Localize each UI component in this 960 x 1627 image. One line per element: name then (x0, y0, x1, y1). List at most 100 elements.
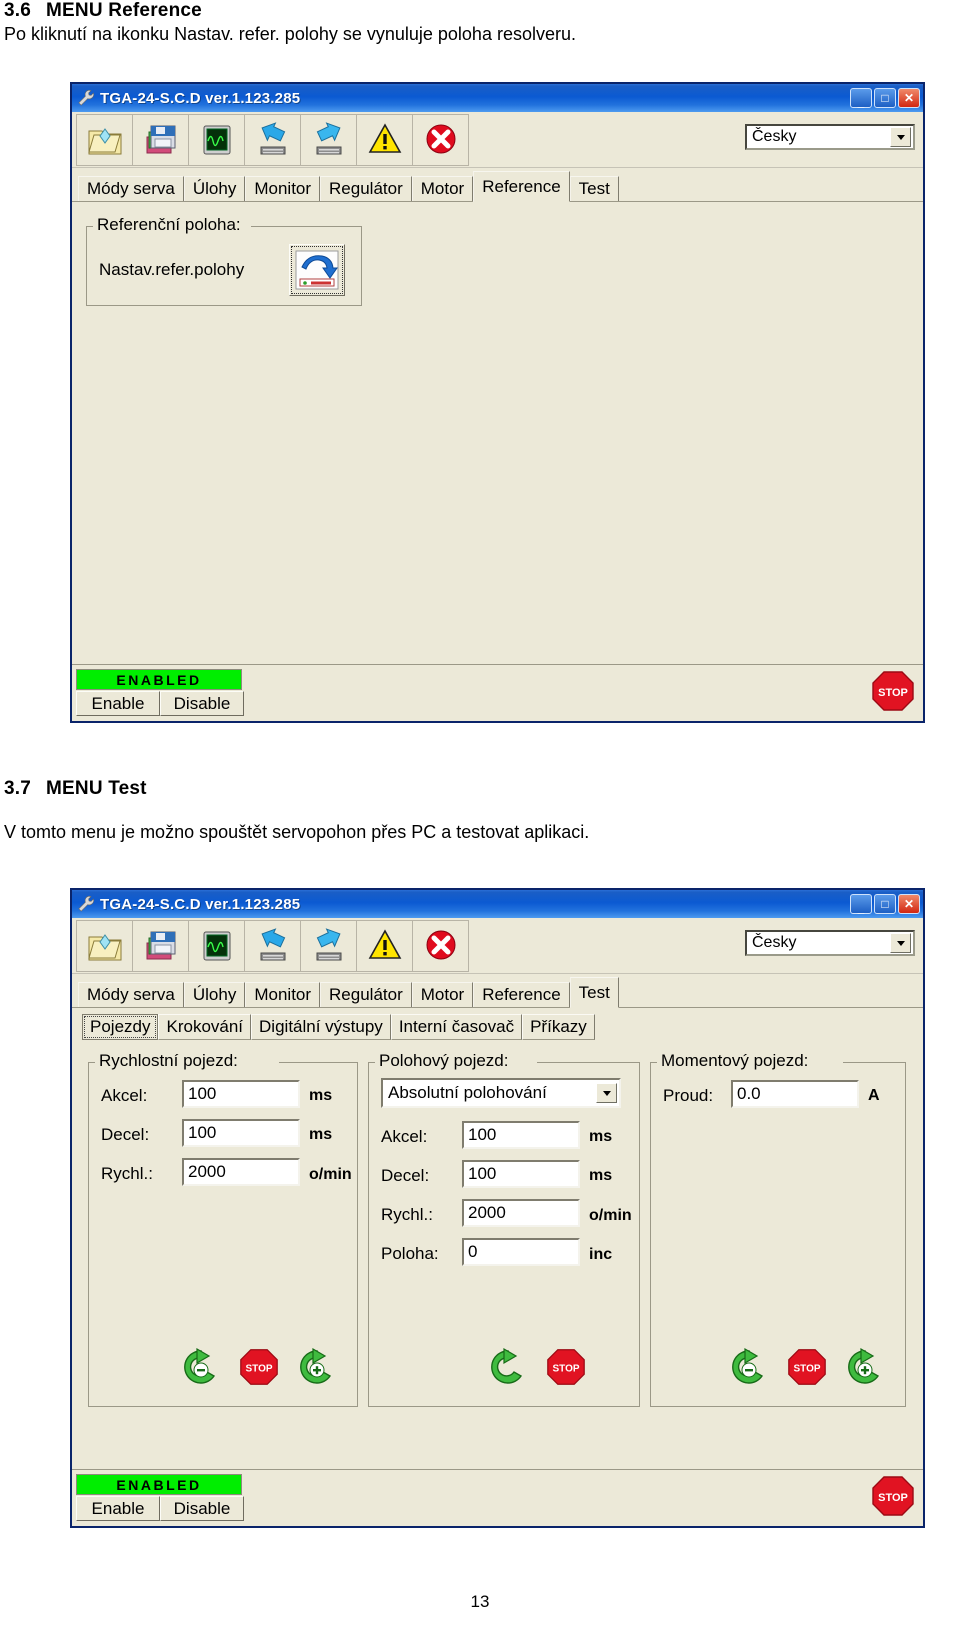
position-decel-unit: ms (589, 1167, 613, 1184)
tab-reference[interactable]: Reference (473, 982, 570, 1008)
window-title-bar[interactable]: TGA-24-S.C.D ver.1.123.285 _ □ ✕ (72, 84, 923, 112)
tab-mody-serva[interactable]: Módy serva (78, 176, 184, 202)
language-select[interactable]: Česky (745, 124, 915, 150)
minimize-icon: _ (857, 901, 865, 915)
position-akcel-input[interactable]: 100 (462, 1121, 580, 1149)
toolbar-open-button[interactable] (76, 919, 133, 972)
maximize-button[interactable]: □ (874, 88, 896, 108)
tab-monitor[interactable]: Monitor (245, 982, 321, 1008)
tab-reference[interactable]: Reference (473, 171, 570, 202)
torque-stop-button[interactable]: STOP (785, 1347, 829, 1387)
toolbar-write-button[interactable] (300, 919, 357, 972)
section-3-7-paragraph: V tomto menu je možno spouštět servopoho… (4, 822, 590, 842)
minimize-button[interactable]: _ (850, 88, 872, 108)
tab-test[interactable]: Test (569, 176, 619, 202)
section-3-6-title: MENU Reference (46, 0, 202, 21)
green-arrow-plus-icon (848, 1347, 880, 1384)
speed-jog-positive-button[interactable] (295, 1347, 339, 1387)
toolbar-open-button[interactable] (76, 113, 133, 166)
svg-text:STOP: STOP (878, 1492, 908, 1504)
subtab-pojezdy[interactable]: Pojezdy (82, 1014, 159, 1040)
language-select[interactable]: Česky (745, 930, 915, 956)
subtab-prikazy[interactable]: Příkazy (522, 1014, 595, 1040)
tab-ulohy[interactable]: Úlohy (183, 176, 246, 202)
test-subtabs: Pojezdy Krokování Digitální výstupy Inte… (72, 1008, 923, 1040)
wrench-icon (77, 895, 95, 913)
svg-text:STOP: STOP (793, 1364, 820, 1375)
position-start-button[interactable] (486, 1347, 530, 1387)
tab-regulator[interactable]: Regulátor (320, 982, 412, 1008)
toolbar-warning-button[interactable] (356, 919, 413, 972)
emergency-stop-button[interactable]: STOP (869, 1474, 917, 1518)
test-client-area: Rychlostní pojezd: Akcel: 100 ms Decel: … (72, 1042, 923, 1470)
status-badge-enabled: ENABLED (76, 1474, 242, 1495)
toolbar-save-button[interactable] (132, 113, 189, 166)
stop-sign-icon: STOP (788, 1349, 826, 1385)
tab-motor[interactable]: Motor (411, 982, 474, 1008)
speed-akcel-input[interactable]: 100 (182, 1080, 300, 1108)
app-window-test: TGA-24-S.C.D ver.1.123.285 _ □ ✕ Česky M… (70, 888, 925, 1528)
toolbar-write-button[interactable] (300, 113, 357, 166)
tab-regulator[interactable]: Regulátor (320, 176, 412, 202)
torque-jog-group-title: Momentový pojezd: (657, 1051, 813, 1071)
position-mode-select[interactable]: Absolutní polohování (381, 1078, 621, 1108)
toolbar-read-button[interactable] (244, 113, 301, 166)
subtab-krokovani[interactable]: Krokování (158, 1014, 252, 1040)
tab-monitor[interactable]: Monitor (245, 176, 321, 202)
window-title: TGA-24-S.C.D ver.1.123.285 (100, 89, 301, 107)
status-badge-text: ENABLED (116, 671, 202, 688)
emergency-stop-button[interactable]: STOP (869, 669, 917, 713)
tab-test[interactable]: Test (569, 977, 619, 1008)
subtab-digitalni-vystupy[interactable]: Digitální výstupy (251, 1014, 391, 1040)
toolbar-monitor-button[interactable] (188, 113, 245, 166)
position-poloha-input[interactable]: 0 (462, 1238, 580, 1266)
reference-position-group: Referenční poloha: Nastav.refer.polohy (86, 215, 362, 306)
speed-akcel-label: Akcel: (101, 1086, 148, 1105)
enable-button[interactable]: Enable (76, 1496, 160, 1521)
minimize-button[interactable]: _ (850, 894, 872, 914)
position-poloha-value: 0 (468, 1242, 478, 1261)
stop-sign-icon: STOP (547, 1349, 585, 1385)
toolbar-warning-button[interactable] (356, 113, 413, 166)
subtab-interni-casovac[interactable]: Interní časovač (390, 1014, 523, 1040)
error-stop-icon (426, 930, 455, 959)
disable-button[interactable]: Disable (160, 1496, 244, 1521)
app-window-reference: TGA-24-S.C.D ver.1.123.285 _ □ ✕ Česky M… (70, 82, 925, 723)
maximize-button[interactable]: □ (874, 894, 896, 914)
set-reference-label: Nastav.refer.polohy (99, 260, 245, 279)
close-button[interactable]: ✕ (898, 88, 920, 108)
tab-ulohy[interactable]: Úlohy (183, 982, 246, 1008)
toolbar-read-button[interactable] (244, 919, 301, 972)
toolbar-save-button[interactable] (132, 919, 189, 972)
chevron-down-icon[interactable] (890, 127, 911, 147)
speed-jog-negative-button[interactable] (179, 1347, 223, 1387)
window-title-bar[interactable]: TGA-24-S.C.D ver.1.123.285 _ □ ✕ (72, 890, 923, 918)
torque-proud-input[interactable]: 0.0 (731, 1080, 859, 1108)
oscilloscope-icon (203, 931, 230, 960)
toolbar: Česky (72, 918, 923, 974)
disable-button[interactable]: Disable (160, 691, 244, 716)
chevron-down-icon[interactable] (596, 1083, 617, 1103)
torque-positive-button[interactable] (843, 1347, 887, 1387)
toolbar-monitor-button[interactable] (188, 919, 245, 972)
speed-rychl-input[interactable]: 2000 (182, 1158, 300, 1186)
position-rychl-input[interactable]: 2000 (462, 1199, 580, 1227)
chevron-down-icon[interactable] (890, 933, 911, 953)
download-to-drive-icon (260, 121, 285, 154)
speed-decel-input[interactable]: 100 (182, 1119, 300, 1147)
toolbar-error-button[interactable] (412, 919, 469, 972)
position-decel-label: Decel: (381, 1166, 430, 1185)
maximize-icon: □ (881, 897, 889, 911)
tab-motor[interactable]: Motor (411, 176, 474, 202)
position-rychl-unit: o/min (589, 1207, 632, 1224)
speed-stop-button[interactable]: STOP (237, 1347, 281, 1387)
speed-akcel-unit: ms (309, 1087, 333, 1104)
set-reference-position-button[interactable] (289, 244, 345, 296)
toolbar-error-button[interactable] (412, 113, 469, 166)
torque-negative-button[interactable] (727, 1347, 771, 1387)
position-decel-input[interactable]: 100 (462, 1160, 580, 1188)
close-button[interactable]: ✕ (898, 894, 920, 914)
tab-mody-serva[interactable]: Módy serva (78, 982, 184, 1008)
position-stop-button[interactable]: STOP (544, 1347, 588, 1387)
enable-button[interactable]: Enable (76, 691, 160, 716)
